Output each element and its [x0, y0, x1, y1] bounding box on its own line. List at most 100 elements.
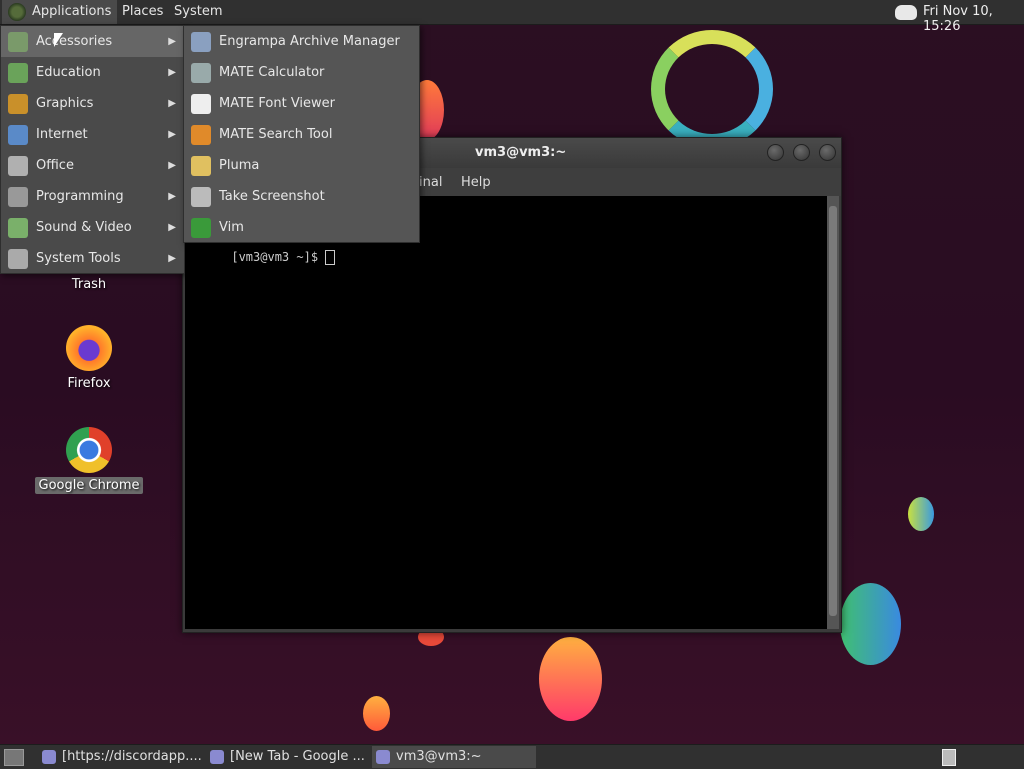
workspace-switcher[interactable]	[942, 749, 956, 766]
archive-manager-icon	[191, 32, 211, 52]
internet-icon	[8, 125, 28, 145]
clock[interactable]: Fri Nov 10, 15:26	[923, 4, 1024, 34]
scrollbar-thumb[interactable]	[829, 206, 837, 616]
mouse-pointer-icon	[54, 33, 63, 47]
accessories-menu-item[interactable]: Pluma	[184, 150, 419, 181]
accessories-menu-item[interactable]: Engrampa Archive Manager	[184, 26, 419, 57]
apps-menu-item[interactable]: Education ▶	[1, 57, 184, 88]
apps-menu-item[interactable]: Sound & Video ▶	[1, 212, 184, 243]
system-tools-icon	[8, 249, 28, 269]
places-menu[interactable]: Places	[116, 0, 169, 24]
accessories-menu-item-label: Take Screenshot	[219, 189, 325, 204]
apps-menu-item-label: Sound & Video	[36, 220, 132, 235]
chevron-right-icon: ▶	[168, 67, 176, 78]
taskbar-button[interactable]: [https://discordapp....	[38, 746, 204, 768]
show-desktop-button[interactable]	[4, 749, 24, 766]
font-viewer-icon	[191, 94, 211, 114]
chrome-icon	[210, 749, 224, 764]
terminal-prompt: [vm3@vm3 ~]$	[231, 250, 326, 264]
accessories-menu-item-label: MATE Font Viewer	[219, 96, 336, 111]
chrome-icon	[66, 427, 112, 473]
terminal-icon	[376, 749, 390, 764]
education-icon	[8, 63, 28, 83]
apps-menu-item-label: Programming	[36, 189, 124, 204]
pluma-icon	[191, 156, 211, 176]
menu-help[interactable]: Help	[461, 175, 491, 190]
accessories-menu-item[interactable]: MATE Search Tool	[184, 119, 419, 150]
wallpaper-bubble	[539, 637, 602, 721]
apps-menu-item[interactable]: Programming ▶	[1, 181, 184, 212]
apps-menu-item[interactable]: System Tools ▶	[1, 243, 184, 274]
chevron-right-icon: ▶	[168, 160, 176, 171]
accessories-menu-item-label: MATE Calculator	[219, 65, 325, 80]
taskbar-button-label: vm3@vm3:~	[396, 749, 482, 764]
applications-dropdown: Accessories ▶ Education ▶ Graphics ▶ Internet ▶…	[0, 25, 185, 274]
desktop-trash[interactable]: Trash	[34, 277, 144, 292]
calculator-icon	[191, 63, 211, 83]
trash-label: Trash	[71, 277, 107, 292]
terminal-title: vm3@vm3:~	[475, 145, 567, 160]
menu-terminal[interactable]: inal	[419, 175, 442, 190]
applications-menu[interactable]: Applications	[2, 0, 118, 24]
taskbar-button-label: [New Tab - Google ...	[230, 749, 365, 764]
wallpaper-bubble	[840, 583, 901, 665]
apps-menu-item-label: Education	[36, 65, 101, 80]
chrome-label: Google Chrome	[34, 477, 144, 494]
wallpaper-bubble	[363, 696, 390, 731]
chevron-right-icon: ▶	[168, 98, 176, 109]
programming-icon	[8, 187, 28, 207]
firefox-label: Firefox	[67, 376, 111, 391]
discord-icon	[42, 749, 56, 764]
screenshot-icon	[191, 187, 211, 207]
apps-menu-item-label: System Tools	[36, 251, 121, 266]
apps-menu-item[interactable]: Internet ▶	[1, 119, 184, 150]
chevron-right-icon: ▶	[168, 253, 176, 264]
apps-menu-item-label: Office	[36, 158, 74, 173]
apps-menu-item-label: Graphics	[36, 96, 94, 111]
terminal-scrollbar[interactable]	[827, 196, 839, 629]
apps-menu-item-label: Accessories	[36, 34, 113, 49]
firefox-icon	[66, 325, 112, 371]
chevron-right-icon: ▶	[168, 222, 176, 233]
accessories-menu-item-label: Pluma	[219, 158, 260, 173]
desktop-chrome[interactable]: Google Chrome	[34, 427, 144, 494]
chevron-right-icon: ▶	[168, 191, 176, 202]
maximize-button[interactable]	[793, 144, 810, 161]
discord-tray-icon[interactable]	[895, 5, 917, 20]
apps-menu-item[interactable]: Office ▶	[1, 150, 184, 181]
accessories-menu-item-label: Vim	[219, 220, 244, 235]
taskbar-button[interactable]: [New Tab - Google ...	[206, 746, 368, 768]
taskbar-button-label: [https://discordapp....	[62, 749, 202, 764]
bottom-panel: [https://discordapp.... [New Tab - Google…	[0, 744, 1024, 769]
vim-icon	[191, 218, 211, 238]
applications-label: Applications	[32, 4, 112, 19]
office-icon	[8, 156, 28, 176]
accessories-icon	[8, 32, 28, 52]
accessories-menu-item-label: Engrampa Archive Manager	[219, 34, 400, 49]
search-tool-icon	[191, 125, 211, 145]
desktop-firefox[interactable]: Firefox	[34, 325, 144, 391]
top-panel: Applications Places System Fri Nov 10, 1…	[0, 0, 1024, 34]
apps-menu-item-label: Internet	[36, 127, 88, 142]
apps-menu-item[interactable]: Graphics ▶	[1, 88, 184, 119]
accessories-menu-item[interactable]: Vim	[184, 212, 419, 243]
chevron-right-icon: ▶	[168, 36, 176, 47]
terminal-screen[interactable]: [vm3@vm3 ~]$	[185, 196, 827, 629]
close-button[interactable]	[819, 144, 836, 161]
taskbar-button[interactable]: vm3@vm3:~	[372, 746, 536, 768]
accessories-menu-item[interactable]: Take Screenshot	[184, 181, 419, 212]
system-menu[interactable]: System	[168, 0, 228, 24]
sound-video-icon	[8, 218, 28, 238]
minimize-button[interactable]	[767, 144, 784, 161]
wallpaper-ring	[651, 30, 773, 148]
graphics-icon	[8, 94, 28, 114]
accessories-menu-item-label: MATE Search Tool	[219, 127, 333, 142]
accessories-submenu: Engrampa Archive Manager MATE Calculator M…	[183, 25, 420, 243]
accessories-menu-item[interactable]: MATE Font Viewer	[184, 88, 419, 119]
accessories-menu-item[interactable]: MATE Calculator	[184, 57, 419, 88]
mate-logo-icon	[8, 3, 26, 21]
terminal-cursor	[325, 250, 336, 265]
wallpaper-bubble	[908, 497, 934, 531]
chevron-right-icon: ▶	[168, 129, 176, 140]
apps-menu-item[interactable]: Accessories ▶	[1, 26, 184, 57]
